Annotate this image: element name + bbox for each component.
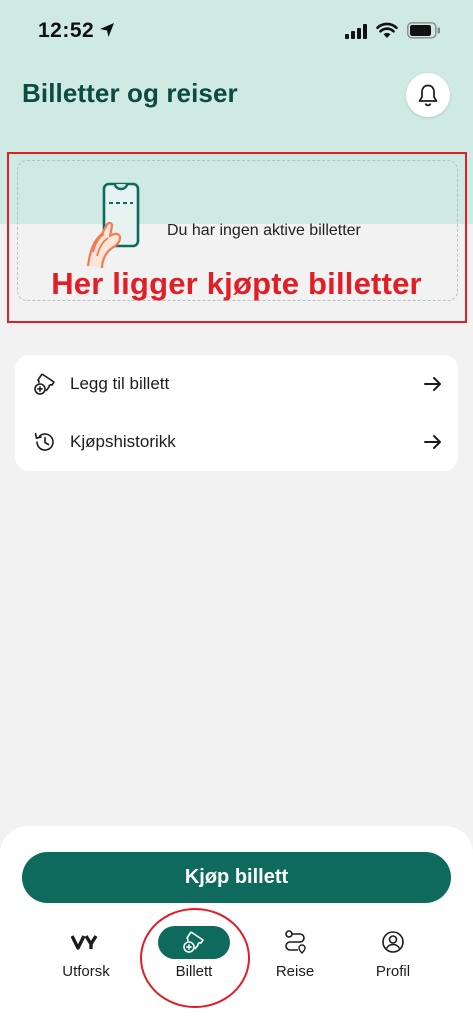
menu-item-label: Kjøpshistorikk bbox=[70, 432, 176, 451]
notifications-button[interactable] bbox=[406, 73, 450, 117]
route-icon bbox=[285, 930, 306, 954]
bell-icon bbox=[418, 84, 438, 107]
cellular-signal-icon bbox=[345, 24, 367, 39]
nav-tab-reise[interactable]: Reise bbox=[249, 925, 341, 985]
arrow-right-icon bbox=[424, 377, 441, 391]
nav-label: Profil bbox=[375, 963, 411, 980]
menu-item-label: Legg til billett bbox=[70, 374, 170, 393]
nav-label: Reise bbox=[275, 963, 315, 980]
arrow-right-icon bbox=[424, 435, 441, 449]
page-title: Billetter og reiser bbox=[22, 78, 238, 108]
buy-ticket-button[interactable]: Kjøp billett bbox=[22, 852, 451, 903]
user-icon bbox=[382, 931, 404, 953]
location-arrow-icon bbox=[100, 23, 114, 37]
menu-item-purchase-history[interactable]: Kjøpshistorikk bbox=[15, 413, 458, 471]
ticket-add-icon bbox=[34, 373, 55, 395]
status-bar: 12:52 bbox=[0, 0, 473, 60]
wifi-icon bbox=[376, 22, 398, 38]
status-time: 12:52 bbox=[38, 19, 95, 42]
annotation-label: Her ligger kjøpte billetter bbox=[51, 266, 422, 301]
ticket-actions-card: Legg til billett Kjøpshistorikk bbox=[15, 355, 458, 471]
vy-logo-icon bbox=[71, 935, 98, 950]
history-icon bbox=[34, 432, 54, 451]
nav-tab-utforsk[interactable]: Utforsk bbox=[40, 925, 132, 985]
nav-label: Utforsk bbox=[62, 963, 110, 980]
battery-icon bbox=[407, 22, 440, 39]
annotation-highlight-circle bbox=[140, 908, 250, 1008]
nav-tab-profil[interactable]: Profil bbox=[347, 925, 439, 985]
menu-item-add-ticket[interactable]: Legg til billett bbox=[15, 355, 458, 413]
